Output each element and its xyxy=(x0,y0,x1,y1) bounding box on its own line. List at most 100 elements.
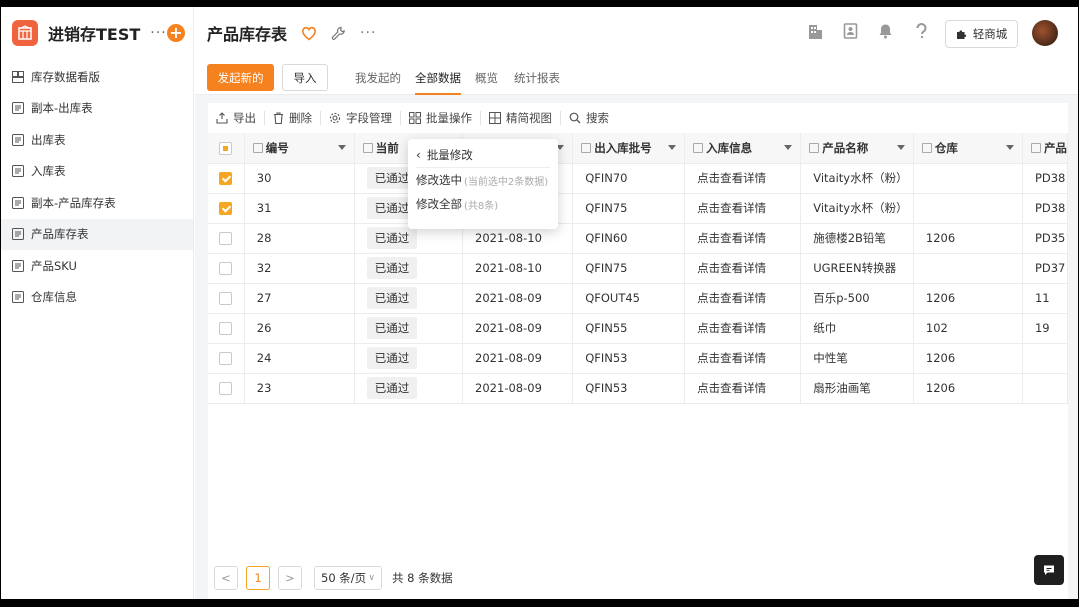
chevron-down-icon[interactable] xyxy=(896,145,905,151)
table-row[interactable]: 30 已通过 QFIN70 点击查看详情 Vitaity水杯（粉） PD38 xyxy=(208,163,1069,194)
edit-selected-option[interactable]: 修改选中 (当前选中2条数据) xyxy=(416,168,550,192)
tab-all-data[interactable]: 全部数据 xyxy=(415,70,461,95)
sidebar-item-warehouse[interactable]: 仓库信息 xyxy=(1,282,193,314)
simple-view-button[interactable]: 精简视图 xyxy=(489,110,552,126)
cell-date: 2021-08-10 xyxy=(462,253,574,284)
tab-stat-reports[interactable]: 统计报表 xyxy=(514,70,560,86)
row-checkbox[interactable] xyxy=(219,262,232,275)
row-checkbox[interactable] xyxy=(219,172,232,185)
cell-info[interactable]: 点击查看详情 xyxy=(684,253,802,284)
table-row[interactable]: 26 已通过 2021-08-09 QFIN55 点击查看详情 纸巾 102 19 xyxy=(208,313,1069,344)
chevron-down-icon[interactable] xyxy=(668,145,677,151)
page-number-button[interactable]: 1 xyxy=(246,566,270,590)
search-label: 搜索 xyxy=(586,111,609,125)
app-header: 进销存TEST ··· xyxy=(1,7,193,59)
cell-info[interactable]: 点击查看详情 xyxy=(684,163,802,194)
sidebar-item-outbound[interactable]: 出库表 xyxy=(1,124,193,156)
cell-batch: QFIN70 xyxy=(572,163,686,194)
form-icon xyxy=(12,165,24,178)
cell-product: UGREEN转换器 xyxy=(800,253,914,284)
cell-id: 23 xyxy=(244,373,355,404)
import-button[interactable]: 导入 xyxy=(282,64,328,91)
delete-button[interactable]: 删除 xyxy=(273,110,312,126)
light-mall-button[interactable]: 轻商城 xyxy=(945,20,1018,48)
table-row[interactable]: 31 已通过 QFIN75 点击查看详情 Vitaity水杯（粉） PD38 xyxy=(208,193,1069,224)
tab-overview[interactable]: 概览 xyxy=(475,70,498,86)
column-header[interactable]: 入库信息 xyxy=(684,133,802,164)
sidebar-item-inbound[interactable]: 入库表 xyxy=(1,156,193,188)
row-checkbox[interactable] xyxy=(219,232,232,245)
table-row[interactable]: 28 已通过 2021-08-10 QFIN60 点击查看详情 施德楼2B铅笔 1206 PD… xyxy=(208,223,1069,254)
column-header[interactable]: 编号 xyxy=(244,133,355,164)
column-header[interactable]: 产品 xyxy=(1022,133,1069,164)
chevron-down-icon[interactable] xyxy=(337,145,346,151)
cell-info[interactable]: 点击查看详情 xyxy=(684,313,802,344)
field-manage-button[interactable]: 字段管理 xyxy=(329,110,392,126)
contacts-icon[interactable] xyxy=(843,23,858,42)
table-row[interactable]: 27 已通过 2021-08-09 QFOUT45 点击查看详情 百乐p-500 1206 1… xyxy=(208,283,1069,314)
wrench-icon[interactable] xyxy=(331,26,346,41)
cell-date: 2021-08-09 xyxy=(462,313,574,344)
table-header-row: 编号 当前 出入库批号 入库信息 产品名称 仓库 产品 xyxy=(208,133,1069,164)
table-row[interactable]: 23 已通过 2021-08-09 QFIN53 点击查看详情 扇形油画笔 1206 xyxy=(208,373,1069,404)
sidebar-item-sku[interactable]: 产品SKU xyxy=(1,250,193,282)
prev-page-button[interactable]: < xyxy=(214,566,238,590)
tab-my-initiated[interactable]: 我发起的 xyxy=(355,70,401,86)
cell-info[interactable]: 点击查看详情 xyxy=(684,283,802,314)
sidebar-item-label: 仓库信息 xyxy=(31,290,77,305)
cell-info[interactable]: 点击查看详情 xyxy=(684,193,802,224)
form-icon xyxy=(12,259,24,272)
column-header[interactable]: 出入库批号 xyxy=(572,133,686,164)
row-checkbox[interactable] xyxy=(219,292,232,305)
cell-id: 30 xyxy=(244,163,355,194)
column-label: 仓库 xyxy=(934,140,958,155)
status-badge: 已通过 xyxy=(366,317,418,339)
more-icon[interactable]: ··· xyxy=(360,25,376,41)
help-icon[interactable] xyxy=(915,23,928,42)
batch-operation-button[interactable]: 批量操作 xyxy=(409,110,472,126)
sidebar-item-outbound-copy[interactable]: 副本-出库表 xyxy=(1,93,193,125)
row-checkbox[interactable] xyxy=(219,322,232,335)
chevron-down-icon[interactable] xyxy=(1005,145,1014,151)
cell-info[interactable]: 点击查看详情 xyxy=(684,373,802,404)
cell-product: 扇形油画笔 xyxy=(800,373,914,404)
cell-batch: QFIN75 xyxy=(572,253,686,284)
column-header[interactable]: 产品名称 xyxy=(800,133,914,164)
edit-all-option[interactable]: 修改全部 (共8条) xyxy=(416,192,550,216)
row-checkbox[interactable] xyxy=(219,352,232,365)
status-badge: 已通过 xyxy=(366,257,418,279)
sidebar-item-dashboard[interactable]: 库存数据看版 xyxy=(1,61,193,93)
sidebar-item-inventory[interactable]: 产品库存表 xyxy=(1,218,193,250)
batch-edit-back[interactable]: ‹ 批量修改 xyxy=(416,143,550,168)
page-size-select[interactable]: 50 条/页 ∨ xyxy=(314,566,382,590)
chat-support-button[interactable] xyxy=(1034,555,1064,585)
row-select-cell xyxy=(208,373,245,404)
batch-edit-title: 批量修改 xyxy=(426,148,473,162)
light-mall-label: 轻商城 xyxy=(972,27,1008,41)
sidebar-item-inventory-copy[interactable]: 副本-产品库存表 xyxy=(1,187,193,219)
table-row[interactable]: 32 已通过 2021-08-10 QFIN75 点击查看详情 UGREEN转换器 PD37 xyxy=(208,253,1069,284)
next-page-button[interactable]: > xyxy=(278,566,302,590)
column-header[interactable]: 仓库 xyxy=(913,133,1023,164)
new-record-button[interactable]: 发起新的 xyxy=(207,64,274,91)
avatar[interactable] xyxy=(1032,20,1058,46)
chevron-down-icon[interactable] xyxy=(784,145,793,151)
row-checkbox[interactable] xyxy=(219,382,232,395)
select-all-checkbox[interactable] xyxy=(219,141,232,155)
search-button[interactable]: 搜索 xyxy=(569,110,609,126)
cell-batch: QFIN53 xyxy=(572,343,686,374)
app-logo-icon[interactable] xyxy=(12,20,38,46)
favorite-heart-icon[interactable] xyxy=(301,26,317,41)
app-more-icon[interactable]: ··· xyxy=(150,25,166,41)
row-select-cell xyxy=(208,253,245,284)
bell-icon[interactable] xyxy=(878,23,893,42)
add-icon[interactable]: + xyxy=(167,24,185,42)
table-row[interactable]: 24 已通过 2021-08-09 QFIN53 点击查看详情 中性笔 1206 xyxy=(208,343,1069,374)
building-icon[interactable] xyxy=(807,23,823,43)
export-button[interactable]: 导出 xyxy=(216,110,256,126)
row-checkbox[interactable] xyxy=(219,202,232,215)
cell-info[interactable]: 点击查看详情 xyxy=(684,343,802,374)
cell-warehouse xyxy=(913,163,1023,194)
app-name: 进销存TEST xyxy=(48,25,141,44)
cell-info[interactable]: 点击查看详情 xyxy=(684,223,802,254)
